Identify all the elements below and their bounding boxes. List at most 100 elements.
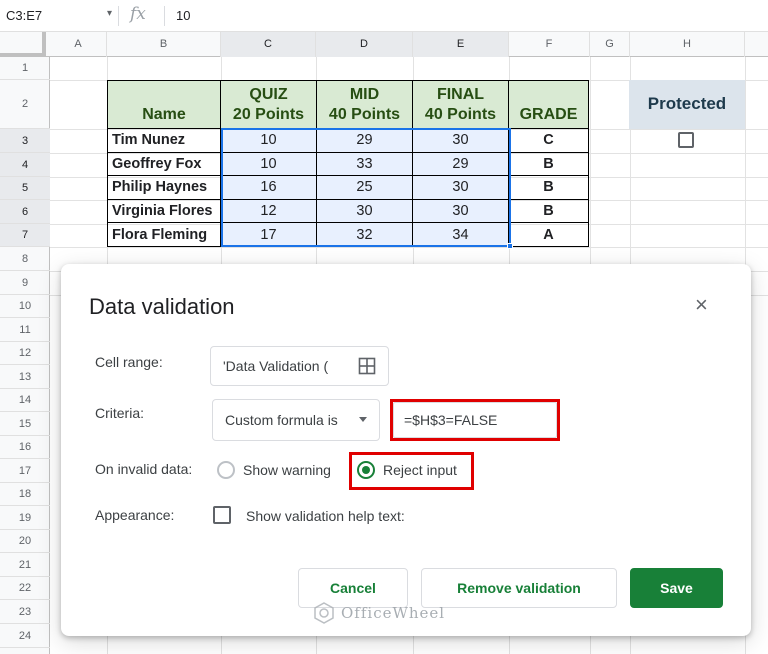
row-18[interactable]: 18 [0,483,50,506]
column-h[interactable]: H [630,32,745,57]
cell-mid[interactable]: 33 [316,151,413,177]
cell-quiz[interactable]: 12 [220,198,317,224]
table-header-row: Name QUIZ 20 Points MID 40 Points FINAL 40 … [107,80,589,129]
cell-grade[interactable]: B [508,198,589,224]
cell-quiz[interactable]: 10 [220,151,317,177]
column-f[interactable]: F [509,32,590,57]
column-e[interactable]: E [413,32,509,57]
criteria-dropdown[interactable]: Custom formula is [212,399,380,441]
row-5[interactable]: 5 [0,177,50,200]
row-21[interactable]: 21 [0,553,50,577]
cell-grade[interactable]: B [508,151,589,177]
cell-quiz[interactable]: 16 [220,175,317,200]
save-button[interactable]: Save [630,568,723,608]
column-b[interactable]: B [107,32,221,57]
cell-grade[interactable]: A [508,222,589,247]
row-6[interactable]: 6 [0,200,50,224]
row-header: 1 2 3 4 5 6 7 8 9 10 11 12 13 14 15 16 1… [0,57,50,654]
row-4[interactable]: 4 [0,153,50,177]
invalid-data-label: On invalid data: [95,461,193,477]
row-14[interactable]: 14 [0,389,50,412]
fx-icon: fx [130,4,146,24]
row-11[interactable]: 11 [0,318,50,342]
cell-final[interactable]: 30 [412,198,509,224]
header-mid-points: 40 Points [328,105,401,123]
row-17[interactable]: 17 [0,459,50,483]
cell-final[interactable]: 30 [412,175,509,200]
header-quiz[interactable]: QUIZ 20 Points [220,80,317,129]
help-text-checkbox[interactable] [213,506,231,524]
row-24[interactable]: 24 [0,624,50,648]
header-mid-title: MID [349,85,380,103]
row-20[interactable]: 20 [0,530,50,553]
column-c[interactable]: C [221,32,316,57]
watermark: OfficeWheel [313,602,445,624]
remove-validation-button[interactable]: Remove validation [421,568,617,608]
row-13[interactable]: 13 [0,365,50,389]
row-8[interactable]: 8 [0,247,50,271]
row-9[interactable]: 9 [0,271,50,295]
cell-name[interactable]: Flora Fleming [107,222,221,247]
row-1[interactable]: 1 [0,57,50,80]
cell-range-input[interactable]: 'Data Validation ( [210,346,389,386]
protected-label[interactable]: Protected [629,80,745,129]
cell-quiz[interactable]: 17 [220,222,317,247]
header-final[interactable]: FINAL 40 Points [412,80,509,129]
header-name[interactable]: Name [107,80,221,129]
cell-name[interactable]: Philip Haynes [107,175,221,200]
header-final-points: 40 Points [424,105,497,123]
row-7[interactable]: 7 [0,224,50,247]
column-d[interactable]: D [316,32,413,57]
divider [118,6,119,26]
cell-range-value: 'Data Validation ( [223,358,329,374]
row-10[interactable]: 10 [0,295,50,318]
cell-mid[interactable]: 29 [316,128,413,153]
cell-name[interactable]: Geoffrey Fox [107,151,221,177]
divider [164,6,165,26]
column-a[interactable]: A [50,32,107,57]
column-g[interactable]: G [590,32,630,57]
cell-grade[interactable]: B [508,175,589,200]
name-box[interactable]: C3:E7 ▾ [0,4,116,28]
row-3[interactable]: 3 [0,129,50,153]
criteria-label: Criteria: [95,405,145,421]
cell-mid[interactable]: 25 [316,175,413,200]
cell-grade[interactable]: C [508,128,589,153]
header-quiz-points: 20 Points [232,105,305,123]
cell-final[interactable]: 30 [412,128,509,153]
select-all-corner[interactable] [0,32,46,57]
table-row: Tim Nunez 10 29 30 C [107,128,589,153]
cell-final[interactable]: 34 [412,222,509,247]
close-icon[interactable]: × [695,294,708,316]
cell-name[interactable]: Virginia Flores [107,198,221,224]
table-row: Virginia Flores 12 30 30 B [107,198,589,224]
row-19[interactable]: 19 [0,506,50,530]
header-mid[interactable]: MID 40 Points [316,80,413,129]
header-grade[interactable]: GRADE [508,80,589,129]
cell-mid[interactable]: 32 [316,222,413,247]
row-12[interactable]: 12 [0,342,50,365]
column-header: A B C D E F G H [0,32,768,57]
header-final-title: FINAL [436,85,485,103]
row-2[interactable]: 2 [0,80,50,129]
row-16[interactable]: 16 [0,436,50,459]
formula-input[interactable]: 10 [176,8,190,23]
show-warning-label[interactable]: Show warning [243,462,331,478]
dialog-title: Data validation [89,294,235,319]
row-15[interactable]: 15 [0,412,50,436]
table-row: Geoffrey Fox 10 33 29 B [107,151,589,177]
formula-bar: C3:E7 ▾ fx 10 [0,0,768,32]
chevron-down-icon[interactable]: ▾ [107,8,112,19]
cell-mid[interactable]: 30 [316,198,413,224]
show-warning-radio[interactable] [217,461,235,479]
row-22[interactable]: 22 [0,577,50,600]
protected-checkbox[interactable] [678,132,694,148]
grid-icon[interactable] [358,357,376,375]
cell-name[interactable]: Tim Nunez [107,128,221,153]
cell-quiz[interactable]: 10 [220,128,317,153]
row-23[interactable]: 23 [0,600,50,624]
cell-final[interactable]: 29 [412,151,509,177]
help-text-label[interactable]: Show validation help text: [246,508,405,524]
officewheel-logo-icon [314,602,334,624]
table-row: Flora Fleming 17 32 34 A [107,222,589,247]
